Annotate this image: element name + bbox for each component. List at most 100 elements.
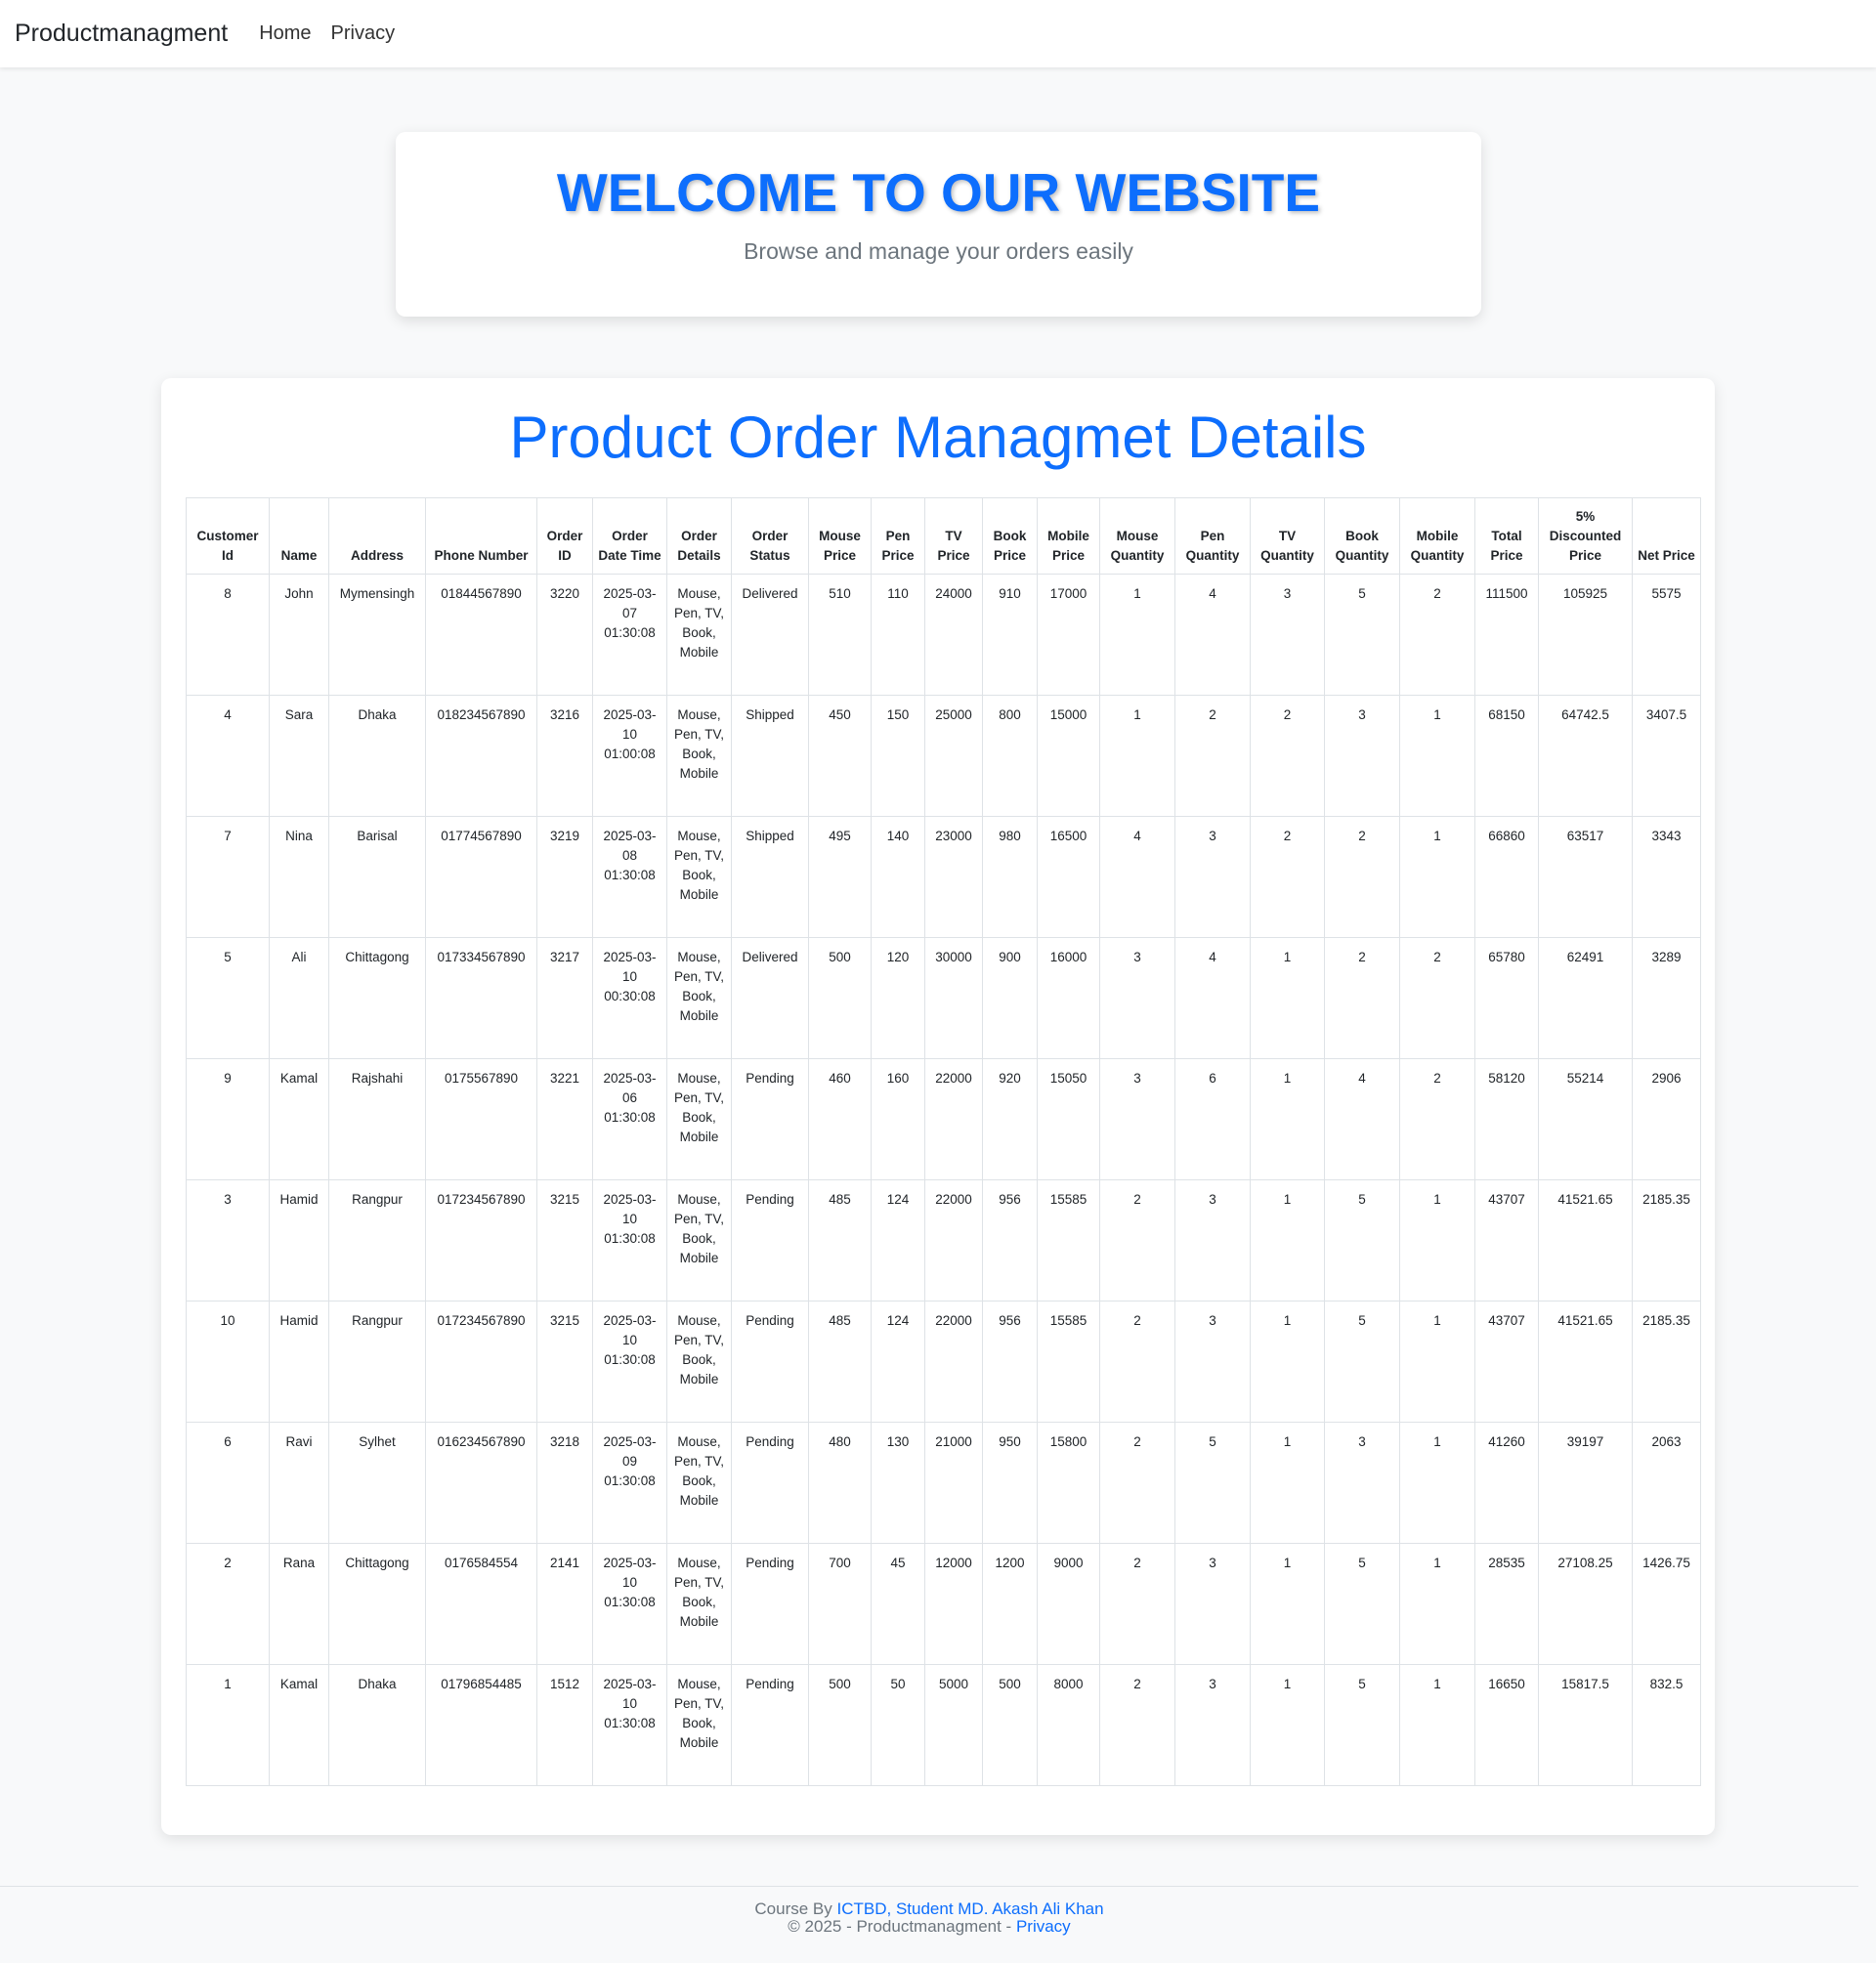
table-cell: John (269, 574, 329, 696)
brand-link[interactable]: Productmanagment (15, 20, 228, 48)
table-body: 8 John Mymensingh 01844567890 3220 2025-03-07… (186, 574, 1701, 1786)
column-header: Name (269, 497, 329, 575)
table-cell: 2 (1399, 574, 1475, 696)
table-cell: 24000 (924, 574, 983, 696)
table-row: 4 Sara Dhaka 018234567890 3216 2025-03-10 01:… (186, 695, 1701, 817)
table-cell: 2025-03-10 01:30:08 (592, 1543, 667, 1665)
table-row: 7 Nina Barisal 01774567890 3219 2025-03-08 01… (186, 816, 1701, 938)
table-cell: 1 (1399, 816, 1475, 938)
table-cell: 6 (186, 1422, 270, 1544)
footer-copyright: © 2025 - Productmanagment - (788, 1917, 1016, 1936)
table-cell: Chittagong (328, 1543, 426, 1665)
table-cell: 3 (1174, 1664, 1251, 1786)
table-cell: 495 (808, 816, 872, 938)
table-cell: 3215 (536, 1179, 593, 1302)
table-cell: 62491 (1538, 937, 1633, 1059)
table-cell: 1 (186, 1664, 270, 1786)
table-cell: 016234567890 (425, 1422, 537, 1544)
nav-link-privacy[interactable]: Privacy (329, 19, 398, 49)
table-cell: 3 (1250, 574, 1325, 696)
table-cell: 01774567890 (425, 816, 537, 938)
table-cell: 3219 (536, 816, 593, 938)
table-cell: 5 (1324, 1301, 1400, 1423)
table-cell: 25000 (924, 695, 983, 817)
column-header: Book Price (982, 497, 1038, 575)
table-cell: 43707 (1474, 1179, 1539, 1302)
column-header: Mouse Price (808, 497, 872, 575)
table-cell: 2025-03-06 01:30:08 (592, 1058, 667, 1180)
table-cell: 2025-03-10 00:30:08 (592, 937, 667, 1059)
table-cell: 017334567890 (425, 937, 537, 1059)
column-header: Order ID (536, 497, 593, 575)
table-cell: Pending (731, 1301, 809, 1423)
column-header: TV Quantity (1250, 497, 1325, 575)
table-cell: 910 (982, 574, 1038, 696)
column-header: Phone Number (425, 497, 537, 575)
table-cell: 3218 (536, 1422, 593, 1544)
nav-link-home[interactable]: Home (257, 19, 313, 49)
column-header: Book Quantity (1324, 497, 1400, 575)
table-cell: 3289 (1632, 937, 1701, 1059)
table-cell: 2025-03-09 01:30:08 (592, 1422, 667, 1544)
table-cell: 5000 (924, 1664, 983, 1786)
table-cell: Mouse, Pen, TV, Book, Mobile (666, 1179, 732, 1302)
table-cell: 120 (871, 937, 925, 1059)
table-cell: 66860 (1474, 816, 1539, 938)
column-header: Order Status (731, 497, 809, 575)
table-cell: 4 (1099, 816, 1175, 938)
table-cell: 16000 (1037, 937, 1100, 1059)
table-cell: 2 (1099, 1543, 1175, 1665)
table-cell: 017234567890 (425, 1179, 537, 1302)
table-cell: 3 (1174, 816, 1251, 938)
table-cell: 485 (808, 1179, 872, 1302)
table-cell: 8000 (1037, 1664, 1100, 1786)
table-cell: 3 (1174, 1301, 1251, 1423)
table-cell: 6 (1174, 1058, 1251, 1180)
table-cell: 160 (871, 1058, 925, 1180)
table-cell: 3407.5 (1632, 695, 1701, 817)
welcome-banner: WELCOME TO OUR WEBSITE Browse and manage… (396, 132, 1481, 317)
table-cell: 4 (1174, 937, 1251, 1059)
column-header: Customer Id (186, 497, 270, 575)
table-cell: 3217 (536, 937, 593, 1059)
table-cell: 2 (1399, 1058, 1475, 1180)
table-cell: 2025-03-10 01:30:08 (592, 1664, 667, 1786)
table-cell: Mouse, Pen, TV, Book, Mobile (666, 1058, 732, 1180)
footer-course-link[interactable]: ICTBD, Student MD. Akash Ali Khan (837, 1899, 1104, 1918)
table-cell: 2 (1324, 816, 1400, 938)
table-cell: 485 (808, 1301, 872, 1423)
table-cell: 3216 (536, 695, 593, 817)
table-cell: 124 (871, 1179, 925, 1302)
table-cell: Mouse, Pen, TV, Book, Mobile (666, 816, 732, 938)
table-cell: 1 (1250, 937, 1325, 1059)
table-cell: 28535 (1474, 1543, 1539, 1665)
table-cell: 2063 (1632, 1422, 1701, 1544)
table-row: 1 Kamal Dhaka 01796854485 1512 2025-03-10 01:… (186, 1664, 1701, 1786)
table-cell: 30000 (924, 937, 983, 1059)
table-cell: 39197 (1538, 1422, 1633, 1544)
table-cell: 3220 (536, 574, 593, 696)
table-cell: 2025-03-10 01:00:08 (592, 695, 667, 817)
table-cell: 5 (1324, 1179, 1400, 1302)
table-cell: 2 (1099, 1422, 1175, 1544)
footer-privacy-link[interactable]: Privacy (1016, 1917, 1071, 1936)
table-cell: 950 (982, 1422, 1038, 1544)
table-cell: 4 (1174, 574, 1251, 696)
orders-card: Product Order Managmet Details Customer … (161, 378, 1715, 1835)
table-cell: 700 (808, 1543, 872, 1665)
table-cell: 9000 (1037, 1543, 1100, 1665)
table-cell: 2141 (536, 1543, 593, 1665)
footer-copyright-line: © 2025 - Productmanagment - Privacy (0, 1918, 1858, 1936)
table-cell: Mouse, Pen, TV, Book, Mobile (666, 1301, 732, 1423)
table-cell: 500 (808, 1664, 872, 1786)
table-cell: Delivered (731, 574, 809, 696)
table-cell: 1 (1399, 1664, 1475, 1786)
table-cell: 1 (1399, 1422, 1475, 1544)
table-cell: Mouse, Pen, TV, Book, Mobile (666, 937, 732, 1059)
table-cell: 800 (982, 695, 1038, 817)
table-cell: 15000 (1037, 695, 1100, 817)
table-cell: 2 (1099, 1301, 1175, 1423)
table-cell: 17000 (1037, 574, 1100, 696)
top-navbar: Productmanagment Home Privacy (0, 0, 1876, 67)
table-cell: Mouse, Pen, TV, Book, Mobile (666, 1422, 732, 1544)
